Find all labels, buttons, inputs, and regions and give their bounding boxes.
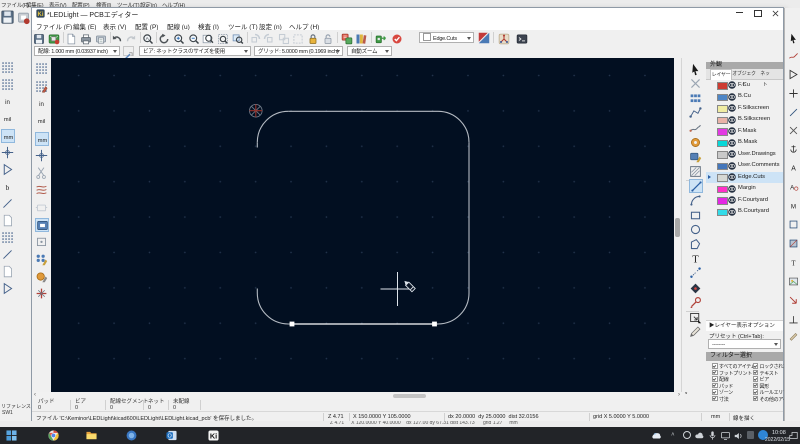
svg-text:in: in [5, 99, 10, 106]
svg-text:M: M [791, 203, 796, 210]
svg-text:A: A [791, 165, 796, 172]
svg-text:b: b [6, 183, 10, 192]
svg-text:mm: mm [37, 137, 47, 143]
svg-text:T: T [692, 255, 699, 265]
svg-text:mil: mil [4, 117, 11, 123]
svg-text:mm: mm [4, 135, 14, 141]
svg-text:A: A [790, 184, 795, 191]
svg-text:mil: mil [37, 119, 44, 125]
svg-text:Ki: Ki [38, 12, 44, 18]
svg-text:O: O [168, 433, 173, 439]
svg-text:Ki: Ki [210, 431, 217, 440]
svg-text:T: T [791, 260, 796, 267]
svg-text:in: in [39, 101, 44, 108]
